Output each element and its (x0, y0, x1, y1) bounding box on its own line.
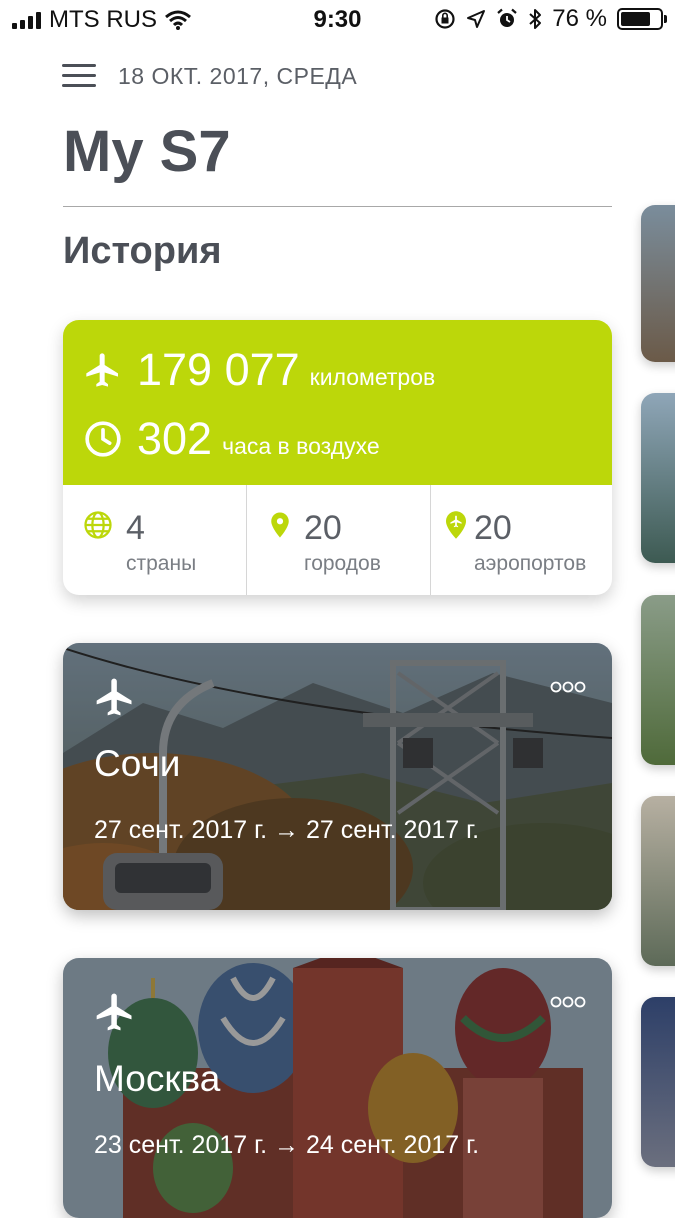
battery-percent: 76 % (552, 5, 607, 32)
globe-icon (84, 511, 112, 539)
section-title: История (63, 230, 222, 272)
airports-value: 20 (474, 509, 512, 547)
trip-dates: 27 сент. 2017 г. → 27 сент. 2017 г. (94, 816, 480, 844)
peek-card[interactable] (641, 595, 675, 765)
more-dots-icon[interactable] (550, 681, 586, 693)
alarm-icon (497, 8, 518, 27)
more-dots-icon[interactable] (550, 996, 586, 1008)
status-right: 76 % (434, 5, 667, 33)
airports-stat[interactable]: 20 аэропортов (430, 485, 612, 595)
trip-dates: 23 сент. 2017 г. → 24 сент. 2017 г. (94, 1131, 480, 1159)
trip-card-moscow[interactable]: Москва 23 сент. 2017 г. → 24 сент. 2017 … (63, 958, 612, 1218)
orientation-lock-icon (435, 9, 455, 29)
menu-button[interactable] (62, 64, 96, 88)
header-divider (63, 206, 612, 207)
trip-card-sochi[interactable]: Сочи 27 сент. 2017 г. → 27 сент. 2017 г. (63, 643, 612, 910)
countries-label: страны (126, 552, 197, 575)
hours-row: 302 часа в воздухе (83, 413, 380, 465)
distance-row: 179 077 километров (83, 344, 435, 396)
peek-card[interactable] (641, 205, 675, 362)
trip-city: Сочи (94, 743, 181, 784)
airports-label: аэропортов (474, 552, 587, 575)
cities-stat[interactable]: 20 городов (246, 485, 430, 595)
peek-card[interactable] (641, 393, 675, 563)
airplane-icon (96, 678, 132, 716)
hours-value: 302 (137, 413, 213, 464)
location-arrow-icon (467, 10, 486, 28)
battery-fill (621, 12, 650, 26)
page-title: My S7 (63, 119, 231, 184)
current-date: 18 ОКТ. 2017, СРЕДА (118, 63, 358, 89)
stats-summary: 179 077 километров 302 часа в воздухе (63, 320, 612, 485)
peek-card[interactable] (641, 997, 675, 1167)
clock-icon (85, 421, 121, 457)
location-pin-icon (271, 512, 289, 538)
status-bar: MTS RUS 9:30 76 % (0, 0, 675, 38)
distance-unit: километров (309, 364, 436, 390)
countries-stat[interactable]: 4 страны (63, 485, 246, 595)
airplane-icon (86, 353, 118, 387)
airplane-icon (96, 993, 132, 1031)
stats-breakdown: 4 страны 20 городов 20 аэропортов (63, 485, 612, 595)
bluetooth-icon (529, 9, 542, 29)
battery-icon (617, 8, 667, 30)
cities-label: городов (304, 552, 381, 575)
distance-value: 179 077 (137, 344, 300, 395)
peek-card[interactable] (641, 796, 675, 966)
hours-unit: часа в воздухе (222, 433, 380, 459)
airport-pin-icon (446, 511, 466, 539)
cities-value: 20 (304, 509, 342, 547)
trip-city: Москва (94, 1058, 221, 1099)
stats-card[interactable]: 179 077 километров 302 часа в воздухе 4 … (63, 320, 612, 595)
countries-value: 4 (126, 509, 145, 547)
